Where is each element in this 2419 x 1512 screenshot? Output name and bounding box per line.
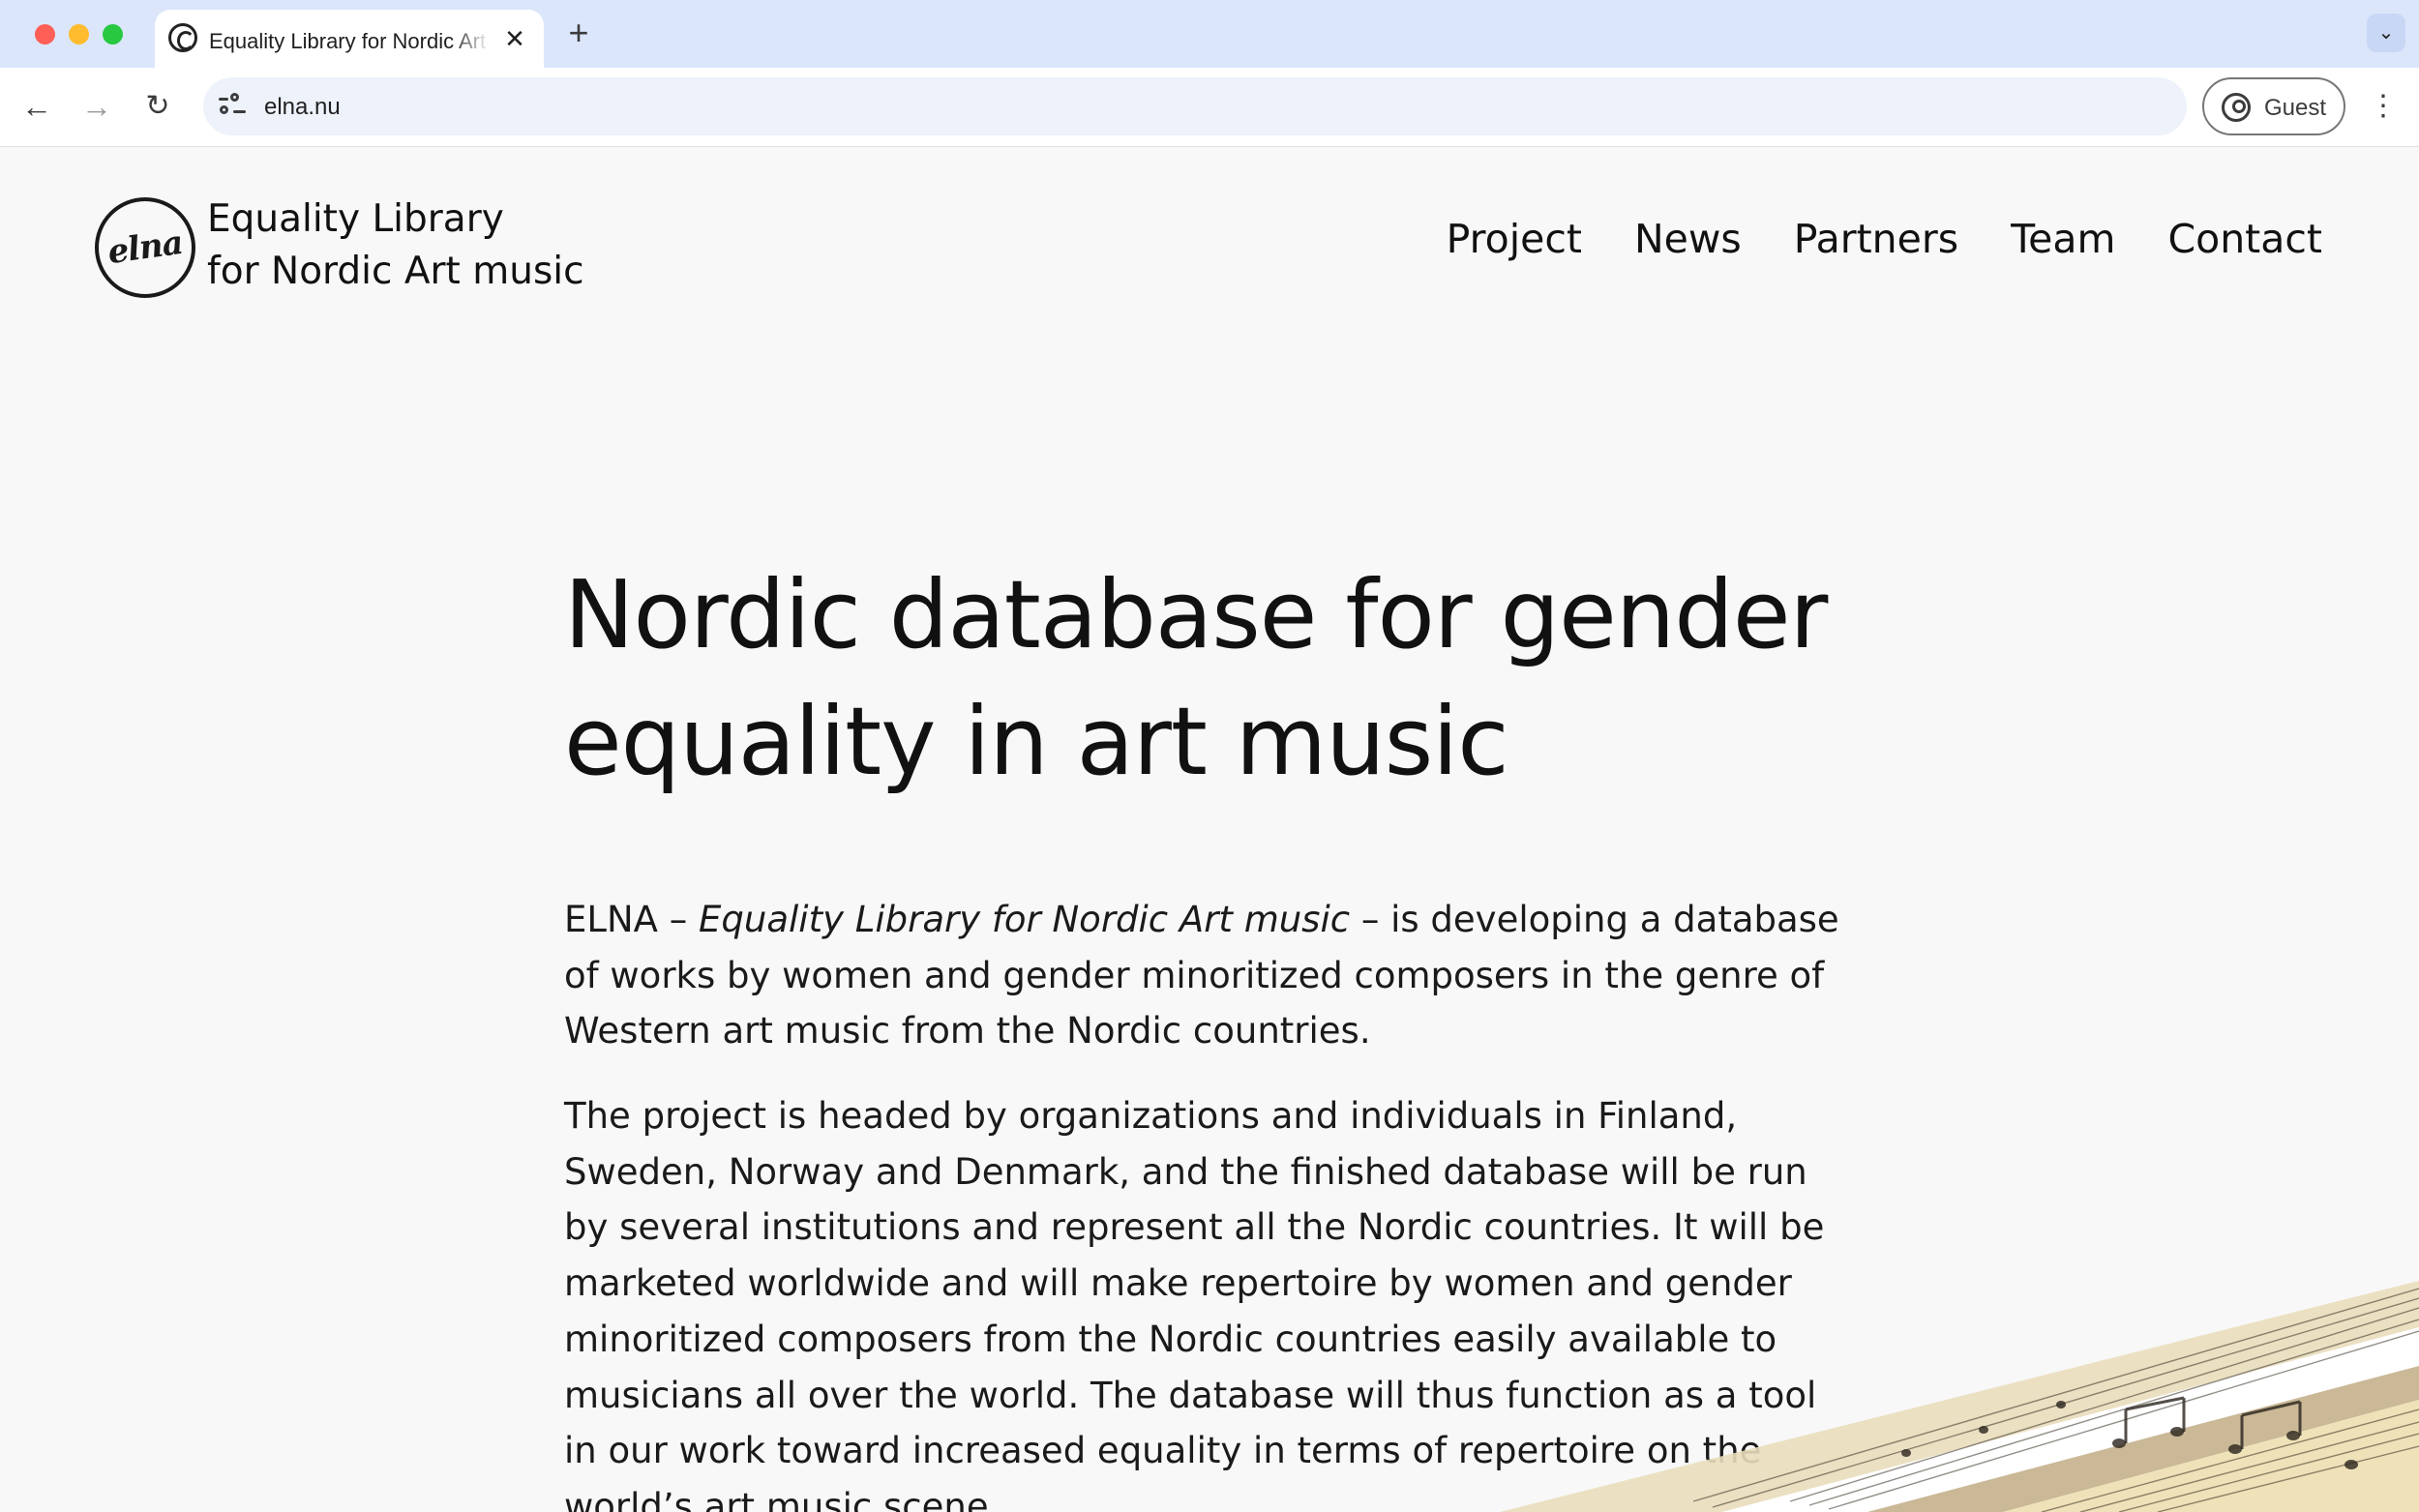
music-score-decoration <box>1500 1281 2419 1512</box>
brand-line-1: Equality Library <box>207 197 504 241</box>
main-navigation: Project News Partners Team Contact <box>1447 215 2322 263</box>
profile-label: Guest <box>2264 95 2327 121</box>
nav-project[interactable]: Project <box>1447 215 1582 263</box>
tab-title: Equality Library for Nordic Art music <box>209 29 490 54</box>
browser-tab-bar: Equality Library for Nordic Art music ✕ … <box>0 0 2419 68</box>
nav-contact[interactable]: Contact <box>2167 215 2322 263</box>
title-line-1: Nordic database for gender <box>564 560 1828 669</box>
back-arrow-icon[interactable]: ← <box>17 87 56 126</box>
reload-icon[interactable]: ↻ <box>138 87 177 126</box>
maximize-window-button[interactable] <box>103 24 123 44</box>
tab-search-chevron-icon[interactable]: ⌄ <box>2367 14 2405 52</box>
site-favicon-icon <box>168 23 197 52</box>
intro-italic-name: Equality Library for Nordic Art music <box>699 899 1351 940</box>
tab-close-icon[interactable]: ✕ <box>501 25 528 52</box>
site-brand[interactable]: Equality Library for Nordic Art music <box>207 193 584 298</box>
forward-arrow-icon[interactable]: → <box>77 87 116 126</box>
close-window-button[interactable] <box>35 24 55 44</box>
address-url[interactable]: elna.nu <box>264 94 341 121</box>
nav-news[interactable]: News <box>1634 215 1742 263</box>
elna-logo-mark: elna <box>105 222 186 273</box>
address-bar[interactable]: elna.nu <box>203 77 2187 135</box>
web-page: elna Equality Library for Nordic Art mus… <box>0 147 2419 1512</box>
elna-logo[interactable]: elna <box>95 197 195 298</box>
intro-prefix: ELNA – <box>564 899 700 940</box>
intro-paragraph: ELNA – Equality Library for Nordic Art m… <box>564 892 1841 1059</box>
browser-toolbar: ← → ↻ elna.nu Guest ⋮ <box>0 68 2419 147</box>
brand-line-2: for Nordic Art music <box>207 250 584 293</box>
browser-menu-icon[interactable]: ⋮ <box>2369 87 2398 126</box>
browser-tab-active[interactable]: Equality Library for Nordic Art music ✕ <box>155 10 544 68</box>
minimize-window-button[interactable] <box>69 24 89 44</box>
site-settings-icon[interactable] <box>219 93 246 120</box>
page-title: Nordic database for gender equality in a… <box>564 551 1919 805</box>
nav-partners[interactable]: Partners <box>1794 215 1958 263</box>
account-circle-icon <box>2222 93 2251 122</box>
profile-button[interactable]: Guest <box>2202 77 2345 135</box>
new-tab-button[interactable]: + <box>563 15 594 50</box>
nav-team[interactable]: Team <box>2011 215 2115 263</box>
title-line-2: equality in art music <box>564 687 1509 796</box>
